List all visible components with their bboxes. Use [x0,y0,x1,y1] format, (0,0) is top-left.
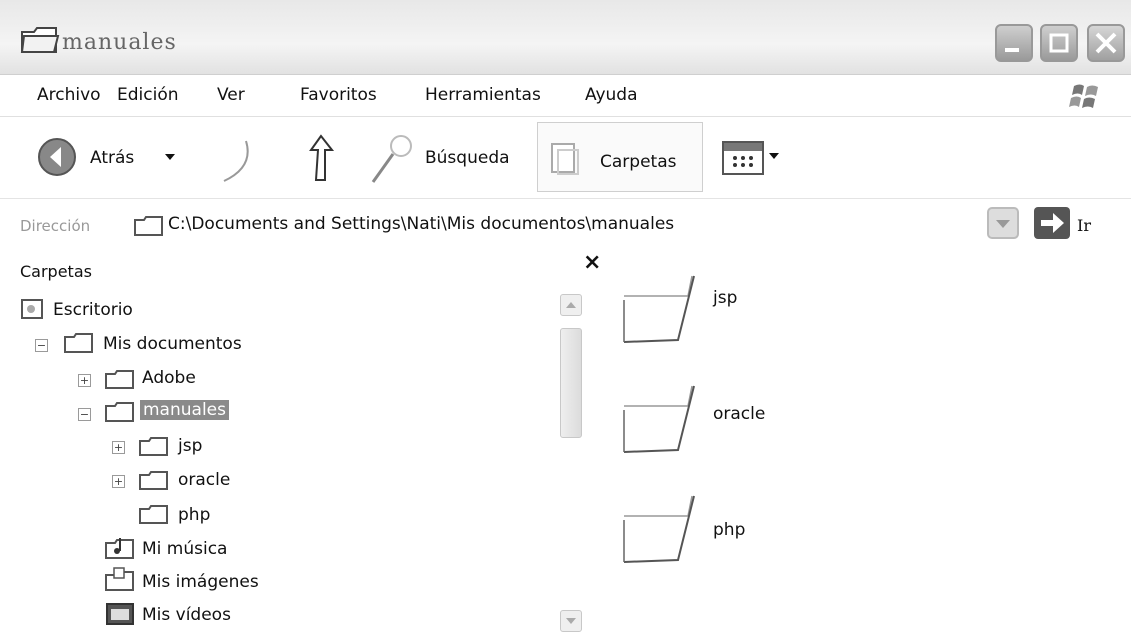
forward-arrow-icon[interactable] [210,133,256,185]
title-bar: manuales [0,0,1131,75]
go-button[interactable]: Ir [1077,216,1091,235]
maximize-button[interactable] [1040,24,1078,62]
address-dropdown-icon[interactable] [986,206,1020,240]
large-folder-icon [623,385,695,453]
tree-item-mis-documentos[interactable]: Mis documentos [103,334,242,354]
window-title: manuales [62,30,177,55]
address-label: Dirección [20,217,91,235]
tree-item-oracle[interactable]: oracle [178,470,230,490]
collapse-manuales[interactable]: − [78,408,91,421]
scroll-up-button[interactable] [560,294,582,316]
open-folder-icon [105,402,134,422]
folder-pane-title: Carpetas [20,262,92,281]
tree-item-php[interactable]: php [178,505,210,525]
menu-ayuda[interactable]: Ayuda [585,85,638,105]
up-folder-icon[interactable] [303,132,339,184]
tree-item-jsp[interactable]: jsp [178,436,202,456]
large-folder-icon [623,495,695,563]
address-field[interactable]: C:\Documents and Settings\Nati\Mis docum… [168,214,674,234]
minimize-button[interactable] [995,24,1033,62]
large-folder-icon [623,275,695,343]
views-dropdown-icon[interactable] [767,150,781,162]
back-dropdown-icon[interactable] [163,151,177,163]
folder-pane-scrollbar[interactable] [557,290,585,635]
tree-item-adobe[interactable]: Adobe [142,368,196,388]
expand-adobe[interactable]: + [78,374,91,387]
menu-bar: Archivo Edición Ver Favoritos Herramient… [0,76,1131,117]
views-button[interactable] [722,141,764,175]
music-folder-icon [105,538,134,559]
content-label-php: php [713,520,746,540]
documents-folder-icon [64,333,93,353]
scroll-down-button[interactable] [560,610,582,632]
close-button[interactable] [1087,24,1125,62]
expand-oracle[interactable]: + [112,475,125,488]
content-folder-jsp[interactable]: jsp [618,270,818,360]
chevron-down-icon [566,618,576,624]
videos-folder-icon [106,603,134,625]
content-label-oracle: oracle [713,404,766,424]
folder-icon [139,471,168,490]
desktop-icon [21,299,43,319]
tree-item-mis-videos[interactable]: Mis vídeos [142,605,231,625]
folder-icon [105,370,134,389]
scroll-thumb[interactable] [560,328,582,438]
tree-item-manuales[interactable]: manuales [140,400,229,420]
tree-item-mis-imagenes[interactable]: Mis imágenes [142,572,259,592]
folders-button-label: Carpetas [600,152,677,172]
content-folder-php[interactable]: php [618,490,818,580]
collapse-mis-documentos[interactable]: − [35,339,48,352]
menu-herramientas[interactable]: Herramientas [425,85,541,105]
close-icon[interactable]: × [583,250,601,275]
menu-edicion[interactable]: Edición [117,85,179,105]
go-arrow-icon[interactable] [1033,206,1071,240]
search-button[interactable]: Búsqueda [425,148,510,168]
folders-icon [551,143,579,175]
search-icon[interactable] [367,132,417,188]
menu-archivo[interactable]: Archivo [37,85,101,105]
address-folder-icon [134,216,163,236]
folder-icon [20,27,60,53]
back-arrow-icon[interactable] [37,137,77,177]
menu-favoritos[interactable]: Favoritos [300,85,377,105]
chevron-up-icon [566,302,576,308]
content-folder-oracle[interactable]: oracle [618,380,818,470]
folder-icon [139,505,168,524]
back-button[interactable]: Atrás [90,148,134,168]
folder-icon [139,437,168,456]
menu-ver[interactable]: Ver [217,85,245,105]
pictures-folder-icon [105,567,134,591]
tree-item-mi-musica[interactable]: Mi música [142,539,227,559]
windows-logo-icon [1069,84,1098,108]
content-label-jsp: jsp [713,288,738,308]
views-icon [724,143,762,167]
tree-item-escritorio[interactable]: Escritorio [53,300,133,320]
expand-jsp[interactable]: + [112,441,125,454]
